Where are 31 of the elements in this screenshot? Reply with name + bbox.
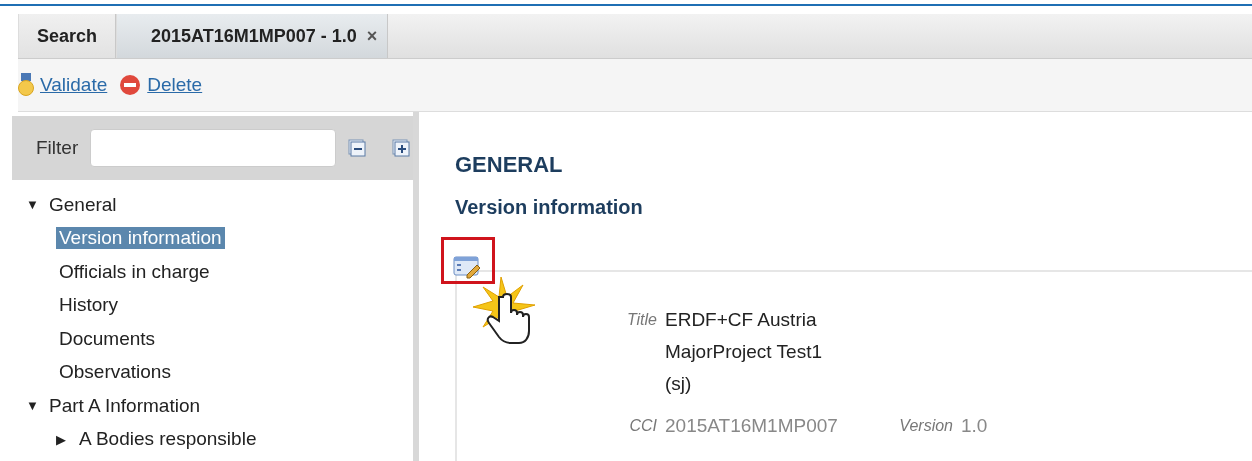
tree-toggle-icon[interactable]: ▼ bbox=[26, 197, 40, 213]
tree-toggle-icon[interactable]: ▶ bbox=[56, 431, 70, 447]
section-title: GENERAL bbox=[455, 152, 564, 178]
tree-item[interactable]: Version information bbox=[56, 227, 225, 250]
collapse-all-icon[interactable] bbox=[348, 139, 367, 157]
filter-label: Filter bbox=[36, 137, 79, 159]
tree-item[interactable]: Part A Information bbox=[46, 394, 204, 417]
validate-link[interactable]: Validate bbox=[18, 73, 108, 97]
medal-icon bbox=[18, 73, 34, 97]
tree-toggle-icon[interactable]: ▼ bbox=[26, 398, 40, 414]
field-value: ERDF+CF Austria MajorProject Test1 (sj) bbox=[665, 308, 823, 397]
field-value: 2015AT16M1MP007 bbox=[665, 414, 838, 439]
tree-item[interactable]: Documents bbox=[56, 327, 159, 350]
tree-item[interactable]: A Bodies responsible bbox=[76, 428, 260, 451]
tab[interactable]: 2015AT16M1MP007 - 1.0 × bbox=[116, 14, 389, 58]
edit-form-icon[interactable] bbox=[453, 255, 481, 279]
subsection-title: Version information bbox=[455, 196, 644, 219]
field-label: CCI bbox=[629, 417, 657, 436]
tree-item[interactable]: Observations bbox=[56, 361, 174, 384]
tree-item[interactable]: General bbox=[46, 193, 120, 216]
field-value: 1.0 bbox=[961, 414, 988, 439]
close-icon[interactable]: × bbox=[366, 25, 378, 47]
tree-item[interactable]: Officials in charge bbox=[56, 260, 213, 283]
delete-link[interactable]: Delete bbox=[119, 74, 203, 96]
minus-circle-icon bbox=[119, 74, 142, 96]
tab[interactable]: Search bbox=[18, 14, 117, 58]
expand-all-icon[interactable] bbox=[392, 139, 411, 157]
field-label: Title bbox=[626, 311, 657, 330]
tree-item[interactable]: History bbox=[56, 294, 122, 317]
filter-field[interactable] bbox=[90, 129, 337, 167]
field-label: Version bbox=[899, 417, 953, 436]
